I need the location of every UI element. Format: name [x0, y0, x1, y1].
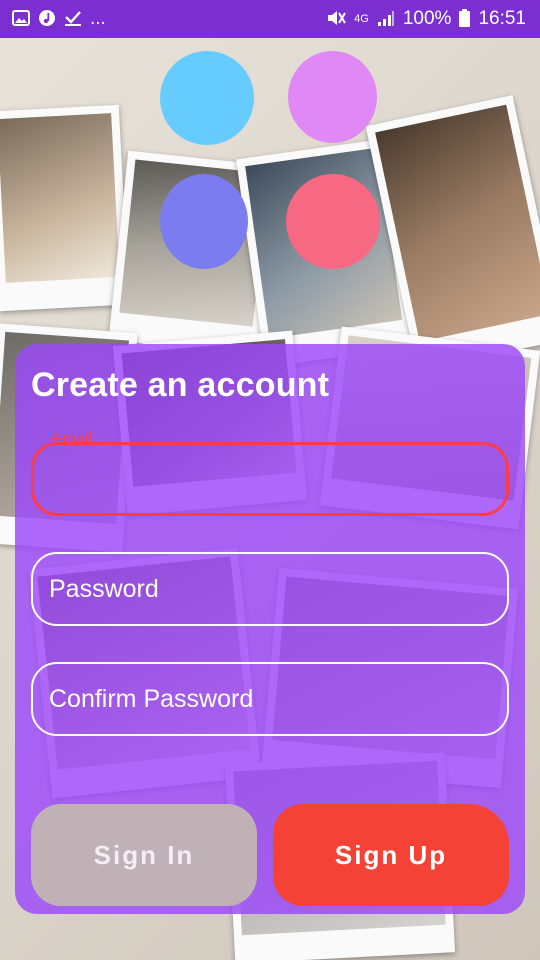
decor-circle-blue — [160, 51, 254, 145]
status-bar-right: 4G 100% 16:51 — [326, 8, 526, 30]
email-field[interactable]: Email — [31, 431, 509, 516]
form-title: Create an account — [31, 366, 330, 404]
check-icon — [64, 10, 82, 29]
network-type: 4G — [354, 12, 369, 25]
image-icon — [12, 9, 30, 29]
clock: 16:51 — [478, 8, 526, 29]
notification-ellipsis: ... — [90, 8, 106, 29]
confirm-password-placeholder: Confirm Password — [49, 684, 254, 713]
battery-percent: 100% — [402, 8, 452, 29]
music-icon — [38, 9, 56, 30]
decor-circle-red — [286, 174, 380, 269]
decor-circle-periwinkle — [160, 174, 248, 269]
status-bar: ... 4G 100% 16:51 — [0, 0, 540, 38]
collage-photo — [0, 104, 130, 312]
signal-icon — [377, 10, 395, 29]
signup-card: Create an account Email Password Confirm… — [15, 344, 525, 914]
confirm-password-field[interactable]: Confirm Password — [31, 662, 509, 736]
email-field-label: Email — [52, 431, 93, 448]
password-field[interactable]: Password — [31, 552, 509, 626]
sign-up-button[interactable]: Sign Up — [273, 804, 509, 906]
mute-icon — [326, 9, 347, 30]
sign-in-button[interactable]: Sign In — [31, 804, 257, 906]
decor-circle-pink — [288, 51, 377, 143]
battery-icon — [459, 8, 471, 30]
status-bar-left: ... — [12, 8, 106, 30]
password-placeholder: Password — [49, 574, 159, 603]
